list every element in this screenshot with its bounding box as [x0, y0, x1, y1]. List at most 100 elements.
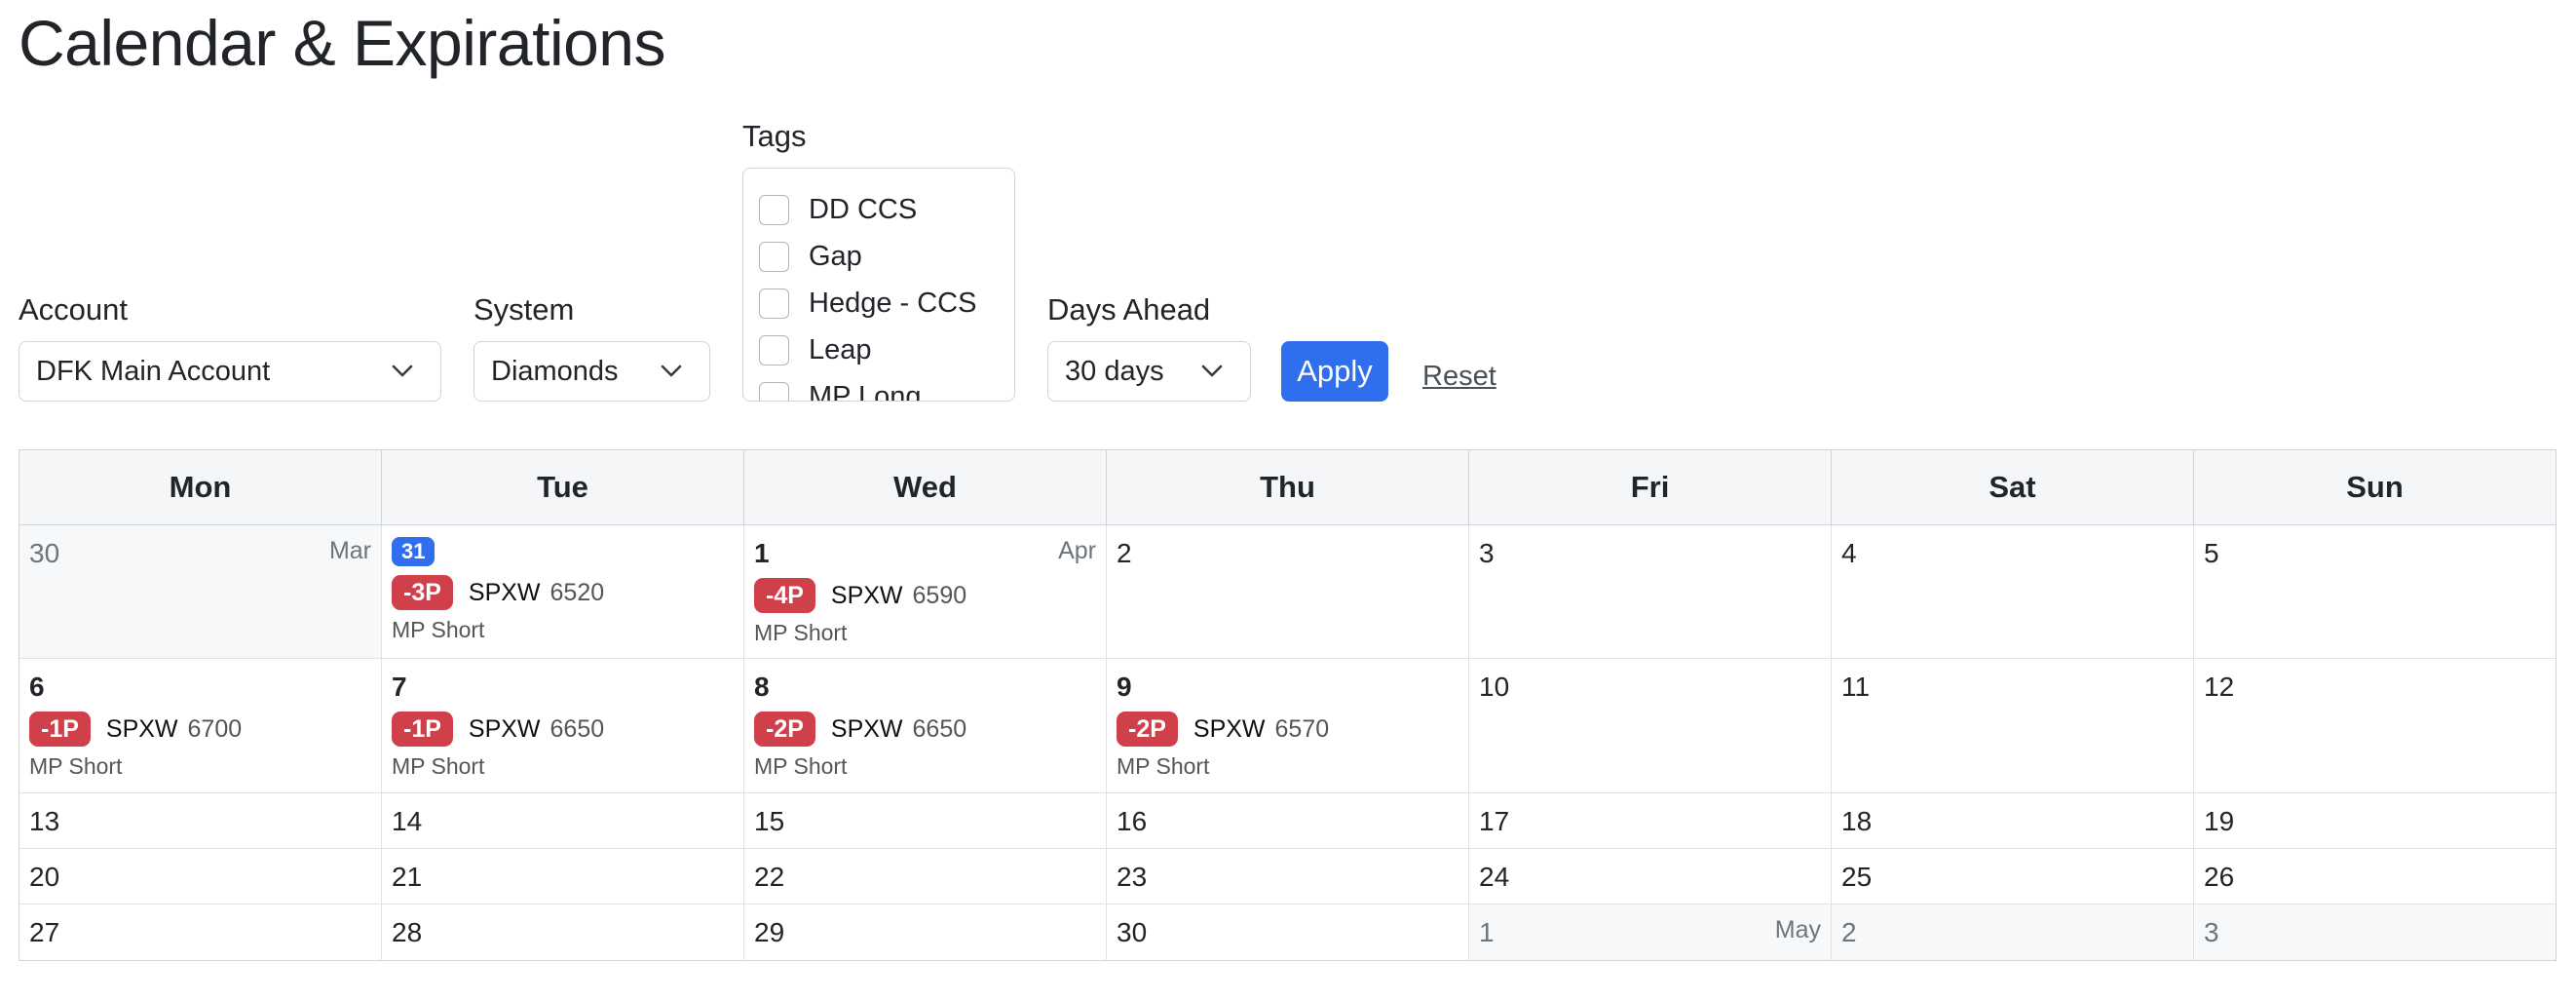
calendar-week-row: 6 -1P SPXW 6700 MP Short 7 -1P SPXW 6650 MP Short…	[19, 659, 2556, 793]
tag-option-dd-ccs[interactable]: DD CCS	[759, 190, 917, 229]
calendar-day-cell[interactable]: 16	[1107, 793, 1469, 848]
day-number: 30	[1117, 917, 1148, 947]
tag-option-mp-long[interactable]: MP Long	[759, 377, 922, 401]
calendar-day-cell[interactable]: 26	[2194, 849, 2556, 904]
tags-multiselect[interactable]: DD CCS Gap Hedge - CCS Leap MP Long	[742, 168, 1015, 402]
event-symbol: SPXW	[830, 581, 903, 609]
checkbox[interactable]	[759, 334, 789, 365]
tag-option-label: Leap	[809, 333, 872, 365]
calendar-day-cell[interactable]: 9 -2P SPXW 6570 MP Short	[1107, 659, 1469, 792]
calendar-day-cell[interactable]: 13	[19, 793, 382, 848]
days-ahead-select[interactable]: 30 days	[1047, 341, 1251, 402]
checkbox[interactable]	[759, 194, 789, 225]
calendar-day-cell[interactable]: 10	[1469, 659, 1832, 792]
event-strike: 6650	[912, 714, 967, 743]
day-number: 29	[754, 917, 785, 947]
expiration-event[interactable]: -2P SPXW 6650	[754, 712, 1096, 747]
tag-option-gap[interactable]: Gap	[759, 237, 862, 276]
calendar-day-cell[interactable]: 15	[744, 793, 1107, 848]
calendar-day-cell[interactable]: 21	[382, 849, 744, 904]
expiration-event[interactable]: -3P SPXW 6520	[392, 575, 734, 610]
expiration-event[interactable]: -1P SPXW 6700	[29, 712, 371, 747]
today-badge: 31	[392, 537, 436, 566]
account-select[interactable]: DFK Main Account	[19, 341, 441, 402]
calendar-day-cell[interactable]: 3	[2194, 904, 2556, 960]
day-number: 8	[754, 672, 770, 702]
day-number: 4	[1841, 538, 1857, 568]
day-number: 7	[392, 672, 407, 702]
calendar-day-cell[interactable]: 2	[1107, 525, 1469, 658]
day-number: 23	[1117, 862, 1148, 892]
event-system: MP Short	[392, 753, 485, 779]
calendar-day-cell[interactable]: 1 May	[1469, 904, 1832, 960]
reset-link[interactable]: Reset	[1422, 361, 1496, 393]
calendar-day-cell[interactable]: 5	[2194, 525, 2556, 658]
day-number: 3	[1479, 538, 1495, 568]
position-qty-badge: -2P	[754, 712, 815, 747]
calendar-day-cell[interactable]: 19	[2194, 793, 2556, 848]
day-number: 26	[2204, 862, 2235, 892]
month-label: Apr	[1058, 537, 1096, 564]
day-number: 14	[392, 806, 423, 836]
calendar-day-cell[interactable]: 17	[1469, 793, 1832, 848]
day-number: 1	[754, 538, 770, 568]
tags-label: Tags	[742, 119, 807, 153]
calendar-day-cell[interactable]: 3	[1469, 525, 1832, 658]
weekday-sun: Sun	[2346, 470, 2404, 504]
position-qty-badge: -3P	[392, 575, 453, 610]
calendar-day-cell[interactable]: 6 -1P SPXW 6700 MP Short	[19, 659, 382, 792]
day-number: 11	[1841, 672, 1871, 702]
calendar-day-cell[interactable]: 24	[1469, 849, 1832, 904]
expiration-event[interactable]: -2P SPXW 6570	[1117, 712, 1458, 747]
weekday-fri: Fri	[1469, 450, 1832, 524]
expiration-event[interactable]: -4P SPXW 6590	[754, 578, 1096, 613]
calendar-day-cell[interactable]: 14	[382, 793, 744, 848]
event-system: MP Short	[1117, 753, 1210, 779]
calendar-day-cell[interactable]: 25	[1832, 849, 2194, 904]
calendar-day-cell[interactable]: 31 -3P SPXW 6520 MP Short	[382, 525, 744, 658]
day-number: 25	[1841, 862, 1873, 892]
calendar-day-cell[interactable]: 29	[744, 904, 1107, 960]
account-select-value: DFK Main Account	[36, 355, 271, 387]
days-ahead-select-value: 30 days	[1065, 355, 1164, 387]
apply-button[interactable]: Apply	[1281, 341, 1388, 402]
calendar-day-cell[interactable]: 20	[19, 849, 382, 904]
calendar-day-cell[interactable]: 23	[1107, 849, 1469, 904]
calendar-day-cell[interactable]: 1 Apr -4P SPXW 6590 MP Short	[744, 525, 1107, 658]
system-label: System	[474, 292, 575, 327]
calendar-day-cell[interactable]: 30	[1107, 904, 1469, 960]
calendar-day-cell[interactable]: 4	[1832, 525, 2194, 658]
calendar-day-cell[interactable]: 12	[2194, 659, 2556, 792]
day-number: 2	[1841, 917, 1857, 947]
weekday-wed: Wed	[744, 450, 1107, 524]
position-qty-badge: -1P	[29, 712, 91, 747]
chevron-down-icon	[1201, 365, 1223, 377]
calendar-day-cell[interactable]: 8 -2P SPXW 6650 MP Short	[744, 659, 1107, 792]
weekday-header: Mon Tue Wed Thu Fri Sat Sun	[19, 450, 2556, 525]
day-number: 9	[1117, 672, 1132, 702]
event-symbol: SPXW	[1193, 714, 1266, 743]
day-number: 18	[1841, 806, 1873, 836]
account-label: Account	[19, 292, 129, 327]
calendar-day-cell[interactable]: 2	[1832, 904, 2194, 960]
chevron-down-icon	[392, 365, 413, 377]
day-number: 24	[1479, 862, 1510, 892]
calendar-day-cell[interactable]: 27	[19, 904, 382, 960]
event-strike: 6520	[549, 578, 605, 606]
tag-option-hedge-ccs[interactable]: Hedge - CCS	[759, 284, 976, 323]
checkbox[interactable]	[759, 288, 789, 319]
tag-option-leap[interactable]: Leap	[759, 330, 872, 369]
checkbox[interactable]	[759, 241, 789, 272]
checkbox[interactable]	[759, 381, 789, 401]
calendar-day-cell[interactable]: 22	[744, 849, 1107, 904]
calendar-day-cell[interactable]: 28	[382, 904, 744, 960]
system-select[interactable]: Diamonds	[474, 341, 710, 402]
calendar-day-cell[interactable]: 30 Mar	[19, 525, 382, 658]
day-number: 10	[1479, 672, 1510, 702]
calendar-day-cell[interactable]: 18	[1832, 793, 2194, 848]
calendar-day-cell[interactable]: 11	[1832, 659, 2194, 792]
calendar-day-cell[interactable]: 7 -1P SPXW 6650 MP Short	[382, 659, 744, 792]
expiration-event[interactable]: -1P SPXW 6650	[392, 712, 734, 747]
event-symbol: SPXW	[830, 714, 903, 743]
day-number: 15	[754, 806, 785, 836]
